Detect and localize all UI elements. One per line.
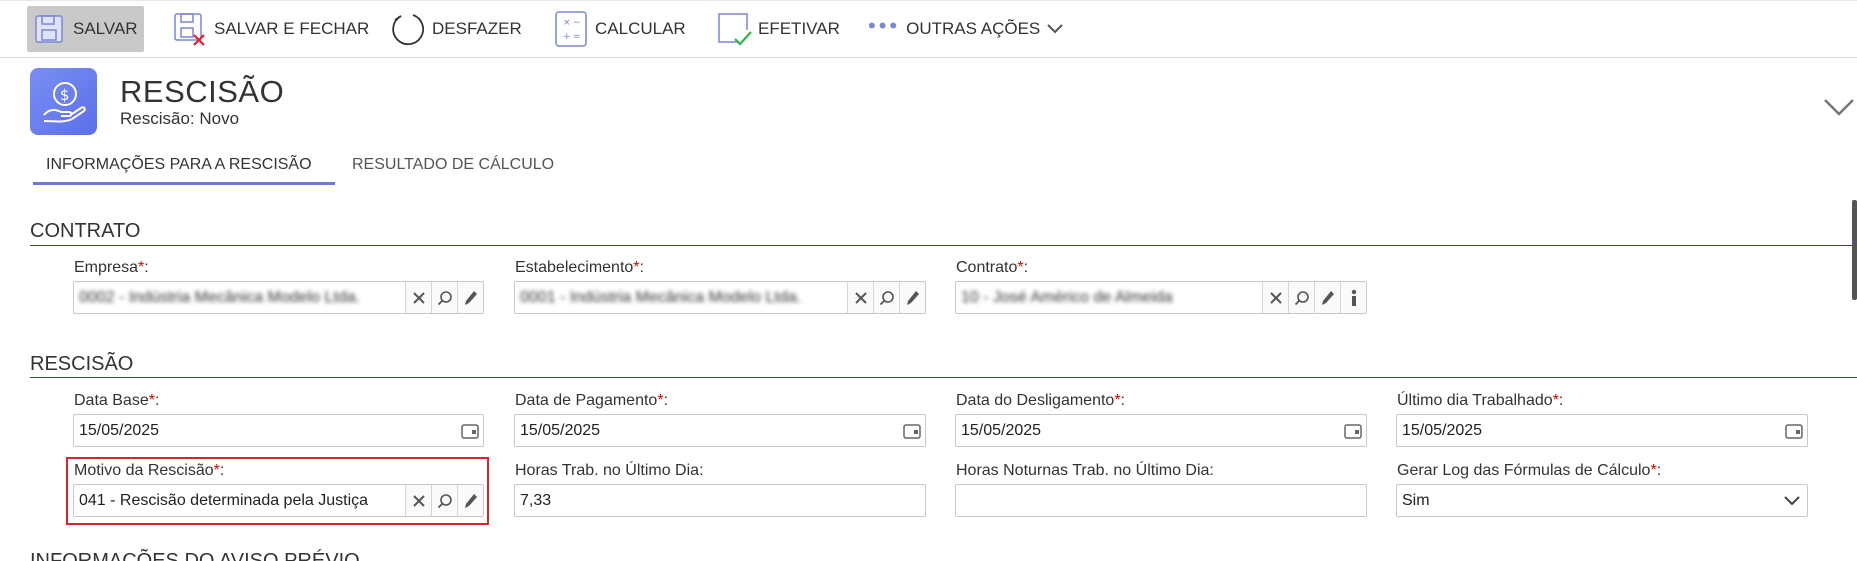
data-pagamento-value: 15/05/2025 [520, 421, 601, 439]
edit-pencil-icon[interactable] [899, 282, 925, 313]
svg-text:−: − [573, 18, 581, 28]
svg-text:+: + [563, 32, 571, 42]
more-actions-button[interactable]: ••• OUTRAS AÇÕES [868, 6, 1064, 52]
clear-icon[interactable] [405, 282, 431, 313]
contrato-field[interactable]: 10 - José Américo de Almeida [955, 281, 1367, 314]
calendar-icon[interactable] [899, 415, 925, 446]
svg-text:×: × [563, 18, 571, 28]
effectuate-icon [714, 9, 754, 49]
estabelecimento-field[interactable]: 0001 - Indústria Mecânica Modelo Ltda. [514, 281, 926, 314]
ultimo-dia-label: Último dia Trabalhado*: [1397, 392, 1564, 409]
estabelecimento-label: Estabelecimento*: [515, 259, 644, 276]
calculate-label: CALCULAR [595, 19, 686, 38]
active-tab-indicator [33, 182, 335, 185]
data-pagamento-field[interactable]: 15/05/2025 [514, 414, 926, 447]
horas-trab-label: Horas Trab. no Último Dia: [515, 462, 704, 479]
estabelecimento-value: 0001 - Indústria Mecânica Modelo Ltda. [520, 288, 802, 306]
data-desligamento-label: Data do Desligamento*: [956, 392, 1125, 409]
calendar-icon[interactable] [1781, 415, 1807, 446]
search-icon[interactable] [431, 485, 457, 516]
clear-icon[interactable] [405, 485, 431, 516]
edit-pencil-icon[interactable] [1314, 282, 1340, 313]
calculate-button[interactable]: × − + = CALCULAR [551, 6, 686, 52]
section-title-contrato: CONTRATO [30, 220, 141, 242]
contrato-label: Contrato*: [956, 259, 1029, 276]
data-base-label: Data Base*: [74, 392, 160, 409]
scrollbar[interactable] [1852, 200, 1857, 300]
edit-pencil-icon[interactable] [457, 282, 483, 313]
tab-resultado[interactable]: RESULTADO DE CÁLCULO [352, 156, 554, 174]
calendar-icon[interactable] [1340, 415, 1366, 446]
svg-text:=: = [573, 32, 581, 42]
save-close-button[interactable]: SALVAR E FECHAR [170, 6, 369, 52]
money-hand-icon: $ [30, 68, 97, 135]
ultimo-dia-field[interactable]: 15/05/2025 [1396, 414, 1808, 447]
motivo-value: 041 - Rescisão determinada pela Justiça [79, 491, 369, 509]
page-subtitle: Rescisão: Novo [120, 109, 240, 128]
effectuate-label: EFETIVAR [758, 19, 840, 38]
search-icon[interactable] [1288, 282, 1314, 313]
empresa-label: Empresa*: [74, 259, 149, 276]
undo-icon [388, 9, 428, 49]
gerar-log-select[interactable]: Sim [1396, 484, 1808, 517]
empresa-field[interactable]: 0002 - Indústria Mecânica Modelo Ltda. [73, 281, 484, 314]
empresa-value: 0002 - Indústria Mecânica Modelo Ltda. [79, 288, 361, 306]
save-button[interactable]: SALVAR [27, 6, 144, 52]
section-divider [30, 377, 1857, 378]
section-title-rescisao: RESCISÃO [30, 353, 134, 375]
data-base-value: 15/05/2025 [79, 421, 160, 439]
horas-noturnas-label: Horas Noturnas Trab. no Último Dia: [956, 462, 1214, 479]
save-close-icon [170, 9, 210, 49]
calendar-icon[interactable] [457, 415, 483, 446]
save-close-label: SALVAR E FECHAR [214, 19, 370, 38]
gerar-log-value: Sim [1402, 491, 1430, 509]
svg-text:$: $ [60, 86, 70, 104]
data-pagamento-label: Data de Pagamento*: [515, 392, 669, 409]
ultimo-dia-value: 15/05/2025 [1402, 421, 1483, 439]
undo-button[interactable]: DESFAZER [388, 6, 522, 52]
gerar-log-label: Gerar Log das Fórmulas de Cálculo*: [1397, 462, 1662, 479]
data-base-field[interactable]: 15/05/2025 [73, 414, 484, 447]
chevron-down-icon [1046, 23, 1064, 35]
horas-trab-field[interactable]: 7,33 [514, 484, 926, 517]
section-title-aviso-previo: INFORMAÇÕES DO AVISO PRÉVIO [30, 550, 360, 561]
horas-noturnas-field[interactable] [955, 484, 1367, 517]
page-title: RESCISÃO [120, 74, 285, 109]
chevron-down-icon[interactable] [1777, 485, 1807, 516]
edit-pencil-icon[interactable] [457, 485, 483, 516]
effectuate-button[interactable]: EFETIVAR [714, 6, 840, 52]
section-divider [30, 245, 1857, 246]
save-label: SALVAR [73, 19, 138, 38]
search-icon[interactable] [431, 282, 457, 313]
save-icon [29, 9, 69, 49]
more-dots-icon: ••• [868, 13, 901, 38]
calculator-icon: × − + = [551, 9, 591, 49]
data-desligamento-value: 15/05/2025 [961, 421, 1042, 439]
tab-informacoes[interactable]: INFORMAÇÕES PARA A RESCISÃO [46, 156, 312, 174]
data-desligamento-field[interactable]: 15/05/2025 [955, 414, 1367, 447]
search-icon[interactable] [873, 282, 899, 313]
undo-label: DESFAZER [432, 19, 522, 38]
clear-icon[interactable] [1262, 282, 1288, 313]
more-actions-label: OUTRAS AÇÕES [906, 19, 1041, 38]
motivo-field[interactable]: 041 - Rescisão determinada pela Justiça [73, 484, 484, 517]
info-icon[interactable] [1340, 282, 1366, 313]
collapse-chevron-icon[interactable] [1822, 94, 1856, 124]
motivo-label: Motivo da Rescisão*: [74, 462, 225, 479]
horas-trab-value: 7,33 [520, 491, 552, 509]
clear-icon[interactable] [847, 282, 873, 313]
toolbar: SALVAR SALVAR E FECHAR DESFAZER × − + = CAL… [0, 0, 1857, 58]
contrato-value: 10 - José Américo de Almeida [961, 288, 1173, 306]
